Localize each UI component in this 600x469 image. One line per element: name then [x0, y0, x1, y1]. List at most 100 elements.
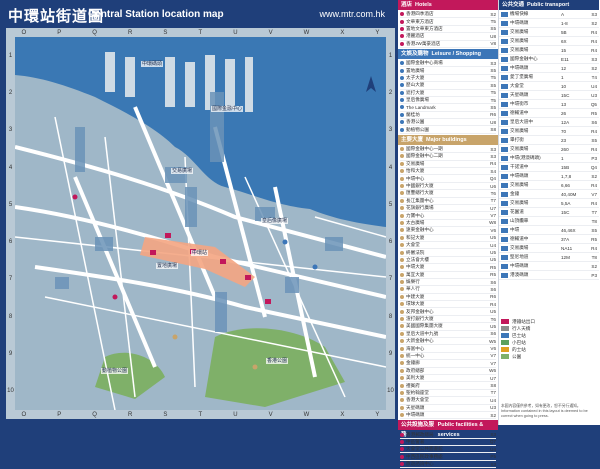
transport-item[interactable]: 交易廣場 6X R4 [499, 37, 599, 46]
list-item[interactable]: 國際金融中心商場 S3 [400, 60, 496, 68]
list-item[interactable]: 港麗酒店 U8 [400, 33, 496, 41]
list-item[interactable]: 交易廣場 R4 [400, 161, 496, 169]
list-item[interactable]: 中環碼頭 S2 [400, 412, 496, 420]
item-name: 華人行 [406, 286, 420, 292]
list-item[interactable]: 旅遊諮詢中心 S3 [400, 461, 496, 469]
list-item[interactable]: 中國銀行大廈 U6 [400, 183, 496, 191]
transport-item[interactable]: 德輔道中 26 R5 [499, 109, 599, 118]
list-item[interactable]: 美利大廈 U7 [400, 375, 496, 383]
item-name: 香港四季酒店 [406, 11, 434, 17]
list-item[interactable]: 力寶中心 V7 [400, 212, 496, 220]
transport-item[interactable]: 畢打街 23 S5 [499, 136, 599, 145]
item-grid-ref: W6 [489, 368, 496, 374]
list-item[interactable]: 大會堂 U4 [400, 242, 496, 250]
list-item[interactable]: 置地文華東方酒店 S5 [400, 26, 496, 34]
list-item[interactable]: 國際金融中心二期 S3 [400, 153, 496, 161]
transport-item[interactable]: 大會堂 10 U4 [499, 82, 599, 91]
transport-item[interactable]: 愛丁堡廣場 1 T4 [499, 73, 599, 82]
bus-icon [501, 47, 508, 53]
list-item[interactable]: 美國國際集團大廈 U5 [400, 323, 496, 331]
grid-column-label: T [198, 29, 203, 36]
transport-item[interactable]: 山頂纜車 T8 [499, 217, 599, 226]
bus-icon [501, 200, 508, 206]
list-item[interactable]: 終審法院 U5 [400, 249, 496, 257]
list-item[interactable]: 長江集團中心 T7 [400, 198, 496, 205]
transport-item[interactable]: 國際金融中心 E11 S3 [499, 55, 599, 64]
list-item[interactable]: 匯豐總行大廈 T6 [400, 190, 496, 198]
list-item[interactable]: 中西區民政事務處 P5 [400, 453, 496, 461]
list-item[interactable]: 太子大廈 T5 [400, 75, 496, 83]
website-link[interactable]: www.mtr.com.hk [319, 9, 385, 19]
transport-item[interactable]: 堅尼地道 12M T8 [499, 253, 599, 262]
street-map[interactable]: O P Q R S T U V W X Y O P Q R S T U V W X Y 1 2 3 4 5 6 7 8 9 10 1 2 3 4… [6, 28, 395, 419]
list-item[interactable]: 動植物公園 S8 [400, 126, 496, 134]
list-item[interactable]: 和記大廈 U5 [400, 235, 496, 242]
transport-item[interactable]: 花園道 15C T7 [499, 208, 599, 217]
transport-item[interactable]: 交易廣場 NA11 R4 [499, 244, 599, 253]
transport-item[interactable]: 港澳碼頭 P3 [499, 271, 599, 280]
route-number: 15 [561, 47, 567, 53]
list-item[interactable]: 萬宜大廈 R5 [400, 272, 496, 279]
list-item[interactable]: 娛樂行 S6 [400, 279, 496, 287]
list-item[interactable]: 政府總部 W6 [400, 368, 496, 375]
transport-item[interactable]: 中環碼頭 1-8 S2 [499, 19, 599, 28]
list-item[interactable]: The Landmark S5 [400, 104, 496, 112]
item-name: 遮打大廈 [406, 89, 425, 95]
marker-dot-icon [400, 34, 404, 39]
item-name: 禮賓府 [406, 382, 420, 388]
list-item[interactable]: 中環中心 Q4 [400, 175, 496, 183]
transport-item[interactable]: 中環碼頭 12 S2 [499, 64, 599, 73]
list-item[interactable]: 統一中心 V7 [400, 353, 496, 361]
list-item[interactable]: 遠東金融中心 V6 [400, 227, 496, 235]
transport-item[interactable]: 機場快線 A S3 [499, 10, 599, 19]
transport-item[interactable]: 干諾道中 15B Q4 [499, 163, 599, 172]
transport-item[interactable]: 交易廣場 5B R4 [499, 28, 599, 37]
list-item[interactable]: 歷山大廈 S5 [400, 82, 496, 90]
transport-item[interactable]: 皇后大道中 12A S6 [499, 118, 599, 127]
list-item[interactable]: 香港JW萬豪酒店 V8 [400, 41, 496, 48]
list-item[interactable]: 皇后大道中九號 S6 [400, 331, 496, 339]
list-item[interactable]: 香港公園 U8 [400, 119, 496, 127]
list-item[interactable]: 蘭桂坊 R6 [400, 112, 496, 120]
list-item[interactable]: 華人行 S6 [400, 286, 496, 294]
list-item[interactable]: 怡和大廈 S4 [400, 168, 496, 176]
transport-item[interactable]: 金鐘 40,40M V7 [499, 190, 599, 199]
list-item[interactable]: 中區警署 Q7 [400, 439, 496, 447]
transport-item[interactable]: 中環碼頭 S2 [499, 262, 599, 271]
list-item[interactable]: 環球大廈 R4 [400, 301, 496, 309]
transport-item[interactable]: 交易廣場 260 R4 [499, 145, 599, 154]
bus-icon [501, 245, 508, 251]
list-item[interactable]: 金鐘廊 V7 [400, 360, 496, 368]
list-item[interactable]: 大新金融中心 W5 [400, 338, 496, 346]
transport-item[interactable]: 交易廣場 5,5A R4 [499, 199, 599, 208]
list-item[interactable]: 香港四季酒店 S2 [400, 11, 496, 19]
list-item[interactable]: 國際金融中心一期 S3 [400, 146, 496, 154]
list-item[interactable]: 立法會大樓 U5 [400, 257, 496, 265]
list-item[interactable]: 大會堂公共圖書館 U4 [400, 446, 496, 454]
list-item[interactable]: 友邦金融中心 U5 [400, 308, 496, 316]
list-item[interactable]: 皇后像廣場 T5 [400, 97, 496, 105]
transport-item[interactable]: 交易廣場 70 R4 [499, 127, 599, 136]
list-item[interactable]: 禮賓府 S8 [400, 382, 496, 390]
list-item[interactable]: 聖約翰座堂 T7 [400, 390, 496, 398]
list-item[interactable]: 花旗銀行廣場 U7 [400, 205, 496, 213]
transport-item[interactable]: 交易廣場 15 R4 [499, 46, 599, 55]
list-item[interactable]: 中環大廈 R5 [400, 264, 496, 272]
list-item[interactable]: 文華東方酒店 T5 [400, 18, 496, 26]
list-item[interactable]: 海富中心 V6 [400, 345, 496, 353]
transport-item[interactable]: 中環街市 13 Q5 [499, 100, 599, 109]
transport-item[interactable]: 天星碼頭 15C U3 [499, 91, 599, 100]
transport-item[interactable]: 交易廣場 6,66 R4 [499, 181, 599, 190]
list-item[interactable]: 香港大會堂 U4 [400, 397, 496, 405]
transport-item[interactable]: 中環(港澳碼頭) 1 P3 [499, 154, 599, 163]
transport-item[interactable]: 中環 46,46X S5 [499, 226, 599, 235]
list-item[interactable]: 中建大廈 R6 [400, 294, 496, 302]
list-item[interactable]: 遮打大廈 T5 [400, 90, 496, 97]
transport-item[interactable]: 中環碼頭 1,7,8 S2 [499, 172, 599, 181]
list-item[interactable]: 渣打銀行大廈 T6 [400, 316, 496, 324]
transport-item[interactable]: 德輔道中 37A R5 [499, 235, 599, 244]
list-item[interactable]: 太古廣場 W8 [400, 220, 496, 228]
north-arrow-icon [366, 76, 376, 92]
list-item[interactable]: 天星碼頭 U3 [400, 405, 496, 412]
list-item[interactable]: 置地廣場 S5 [400, 67, 496, 75]
